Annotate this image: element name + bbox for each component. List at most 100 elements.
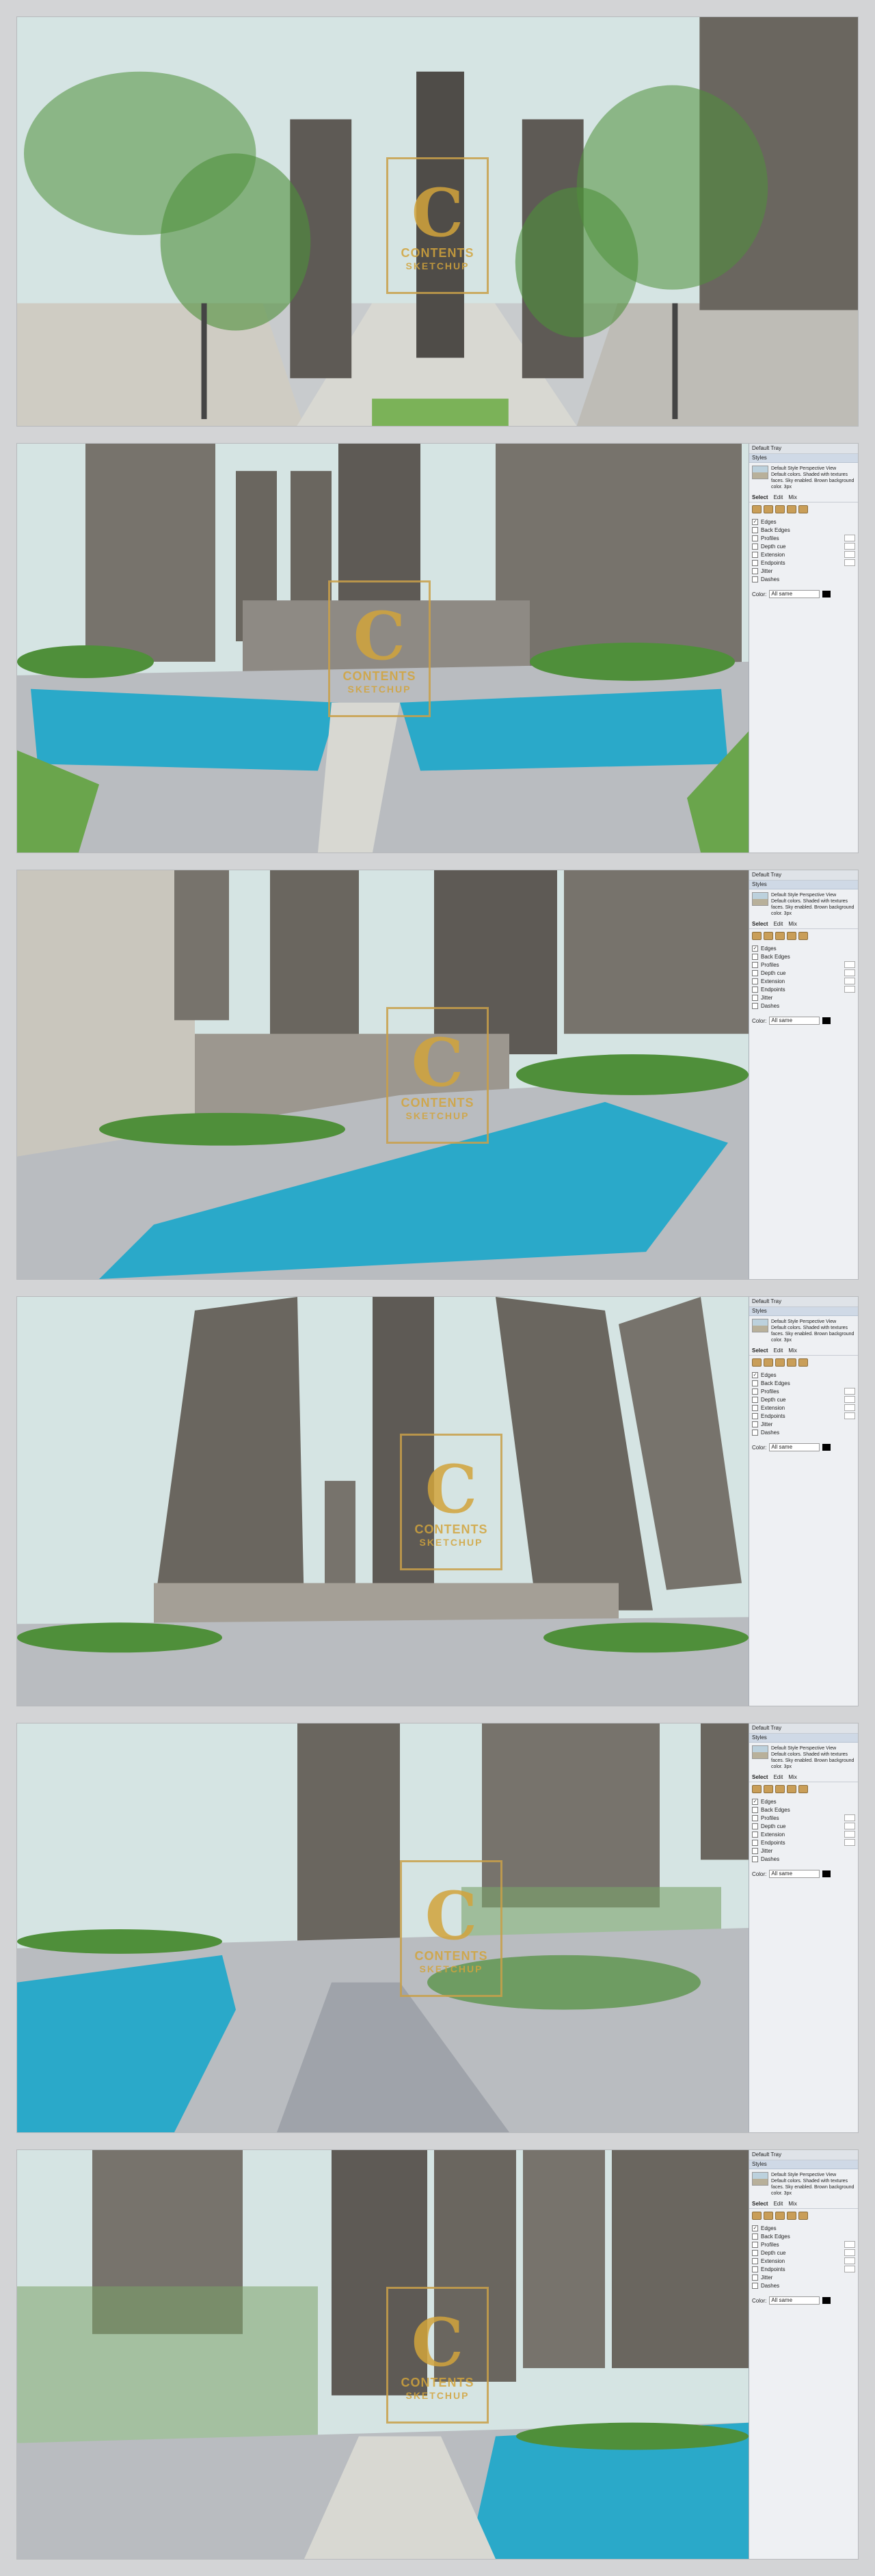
tab-select[interactable]: Select — [752, 921, 768, 927]
tab-select[interactable]: Select — [752, 1774, 768, 1780]
tab-edit[interactable]: Edit — [774, 2201, 783, 2207]
tab-mix[interactable]: Mix — [788, 921, 796, 927]
checkbox[interactable] — [752, 2233, 758, 2240]
viewport-1[interactable]: C CONTENTS SKETCHUP — [17, 17, 858, 426]
option-endpoints[interactable]: Endpoints — [752, 1838, 855, 1847]
color-select[interactable]: All same — [769, 590, 820, 598]
option-jitter[interactable]: Jitter — [752, 1420, 855, 1428]
option-back-edges[interactable]: Back Edges — [752, 1379, 855, 1387]
color-select[interactable]: All same — [769, 2296, 820, 2305]
option-extension[interactable]: Extension — [752, 1830, 855, 1838]
viewport-5[interactable]: C CONTENTS SKETCHUP — [17, 1723, 750, 2132]
background-settings-icon[interactable] — [775, 2212, 785, 2220]
styles-section-header[interactable]: Styles — [749, 2160, 858, 2169]
checkbox[interactable]: ✓ — [752, 1371, 758, 1378]
color-select[interactable]: All same — [769, 1017, 820, 1025]
option-dashes[interactable]: Dashes — [752, 1855, 855, 1863]
modeling-settings-icon[interactable] — [798, 1785, 808, 1793]
background-settings-icon[interactable] — [775, 505, 785, 513]
checkbox[interactable] — [752, 2249, 758, 2256]
option-extension[interactable]: Extension — [752, 1404, 855, 1412]
watermark-settings-icon[interactable] — [787, 2212, 796, 2220]
background-settings-icon[interactable] — [775, 1785, 785, 1793]
color-select[interactable]: All same — [769, 1870, 820, 1878]
checkbox[interactable] — [752, 961, 758, 968]
tab-select[interactable]: Select — [752, 1347, 768, 1354]
option-jitter[interactable]: Jitter — [752, 567, 855, 575]
spin-input[interactable] — [844, 1839, 855, 1846]
viewport-4[interactable]: C CONTENTS SKETCHUP — [17, 1297, 750, 1706]
checkbox[interactable] — [752, 2274, 758, 2281]
option-endpoints[interactable]: Endpoints — [752, 559, 855, 567]
watermark-settings-icon[interactable] — [787, 1358, 796, 1367]
spin-input[interactable] — [844, 961, 855, 968]
spin-input[interactable] — [844, 2257, 855, 2264]
color-swatch[interactable] — [822, 1444, 831, 1451]
checkbox[interactable] — [752, 1388, 758, 1395]
checkbox[interactable] — [752, 1839, 758, 1846]
face-settings-icon[interactable] — [764, 1358, 773, 1367]
spin-input[interactable] — [844, 986, 855, 993]
option-extension[interactable]: Extension — [752, 977, 855, 985]
modeling-settings-icon[interactable] — [798, 932, 808, 940]
tab-edit[interactable]: Edit — [774, 494, 783, 500]
checkbox[interactable] — [752, 1412, 758, 1419]
style-thumbnail[interactable] — [752, 892, 768, 906]
option-back-edges[interactable]: Back Edges — [752, 2232, 855, 2240]
option-jitter[interactable]: Jitter — [752, 993, 855, 1002]
checkbox[interactable]: ✓ — [752, 1798, 758, 1805]
checkbox[interactable] — [752, 1396, 758, 1403]
option-edges[interactable]: ✓ Edges — [752, 944, 855, 952]
option-profiles[interactable]: Profiles — [752, 2240, 855, 2249]
modeling-settings-icon[interactable] — [798, 2212, 808, 2220]
viewport-2[interactable]: C CONTENTS SKETCHUP — [17, 444, 750, 853]
option-profiles[interactable]: Profiles — [752, 961, 855, 969]
tab-mix[interactable]: Mix — [788, 1347, 796, 1354]
option-depth-cue[interactable]: Depth cue — [752, 1822, 855, 1830]
checkbox[interactable] — [752, 2282, 758, 2289]
tab-select[interactable]: Select — [752, 494, 768, 500]
spin-input[interactable] — [844, 543, 855, 550]
spin-input[interactable] — [844, 1396, 855, 1403]
spin-input[interactable] — [844, 1823, 855, 1829]
option-dashes[interactable]: Dashes — [752, 575, 855, 583]
spin-input[interactable] — [844, 978, 855, 984]
spin-input[interactable] — [844, 1388, 855, 1395]
spin-input[interactable] — [844, 535, 855, 541]
option-edges[interactable]: ✓ Edges — [752, 2224, 855, 2232]
checkbox[interactable]: ✓ — [752, 2225, 758, 2231]
checkbox[interactable] — [752, 1421, 758, 1427]
edge-settings-icon[interactable] — [752, 1358, 762, 1367]
checkbox[interactable] — [752, 1831, 758, 1838]
checkbox[interactable] — [752, 543, 758, 550]
option-endpoints[interactable]: Endpoints — [752, 985, 855, 993]
checkbox[interactable] — [752, 559, 758, 566]
checkbox[interactable] — [752, 1002, 758, 1009]
face-settings-icon[interactable] — [764, 1785, 773, 1793]
watermark-settings-icon[interactable] — [787, 932, 796, 940]
style-thumbnail[interactable] — [752, 466, 768, 479]
modeling-settings-icon[interactable] — [798, 505, 808, 513]
checkbox[interactable] — [752, 953, 758, 960]
tab-edit[interactable]: Edit — [774, 921, 783, 927]
color-swatch[interactable] — [822, 1017, 831, 1024]
option-edges[interactable]: ✓ Edges — [752, 1797, 855, 1806]
spin-input[interactable] — [844, 1814, 855, 1821]
option-extension[interactable]: Extension — [752, 550, 855, 559]
checkbox[interactable]: ✓ — [752, 518, 758, 525]
option-profiles[interactable]: Profiles — [752, 1387, 855, 1395]
spin-input[interactable] — [844, 2241, 855, 2248]
spin-input[interactable] — [844, 969, 855, 976]
face-settings-icon[interactable] — [764, 505, 773, 513]
style-thumbnail[interactable] — [752, 1745, 768, 1759]
checkbox[interactable] — [752, 1404, 758, 1411]
spin-input[interactable] — [844, 551, 855, 558]
option-depth-cue[interactable]: Depth cue — [752, 542, 855, 550]
option-back-edges[interactable]: Back Edges — [752, 952, 855, 961]
style-thumbnail[interactable] — [752, 2172, 768, 2186]
option-dashes[interactable]: Dashes — [752, 1002, 855, 1010]
option-profiles[interactable]: Profiles — [752, 534, 855, 542]
face-settings-icon[interactable] — [764, 932, 773, 940]
checkbox[interactable] — [752, 994, 758, 1001]
option-back-edges[interactable]: Back Edges — [752, 1806, 855, 1814]
